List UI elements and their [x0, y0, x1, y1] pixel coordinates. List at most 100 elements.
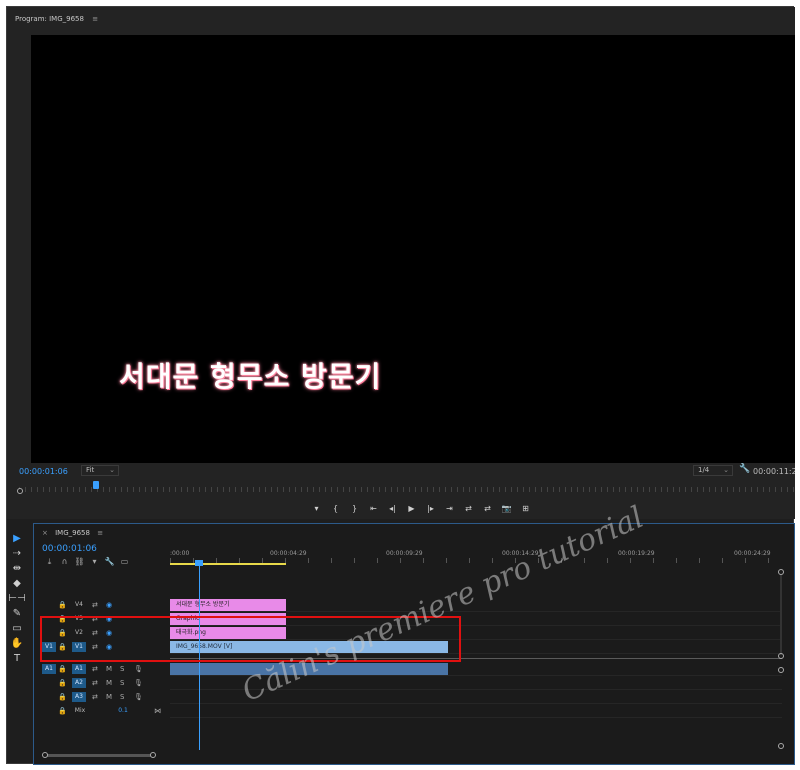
lock-icon[interactable]: 🔒	[58, 692, 67, 702]
wrench-icon[interactable]: 🔧	[739, 464, 750, 474]
program-monitor-tab[interactable]: Program: IMG_9658 ≡	[15, 15, 98, 23]
mark-in-icon[interactable]: {	[326, 503, 345, 515]
snap-icon[interactable]: ∩	[57, 557, 72, 567]
track-header-a1: A1 🔒 A1 ⇄ M S 🎙	[34, 662, 170, 676]
ruler-label: 00:00:19:29	[618, 550, 655, 557]
go-to-in-icon[interactable]: ⇤	[364, 503, 383, 515]
track-label-a2[interactable]: A2	[72, 678, 86, 688]
track-header-v4: 🔒 V4 ⇄ ◉	[34, 598, 170, 612]
resolution-value: 1/4	[698, 466, 710, 474]
slip-tool-icon[interactable]: ⊢⊣	[7, 591, 27, 606]
sync-lock-icon[interactable]: ⇄	[92, 692, 98, 702]
pen-tool-icon[interactable]: ✎	[7, 606, 27, 621]
program-monitor: Program: IMG_9658 ≡ 서대문 형무소 방문기 00:00:01…	[7, 7, 795, 519]
add-marker-icon[interactable]: ▾	[307, 503, 326, 515]
transport-controls: ▾ { } ⇤ ◂| ▶ |▸ ⇥ ⇄ ⇄ 📷 ⊞	[307, 503, 567, 515]
microphone-icon[interactable]: 🎙	[134, 664, 143, 674]
lift-icon[interactable]: ⇄	[459, 503, 478, 515]
track-label-a3[interactable]: A3	[72, 692, 86, 702]
scrubber-ticks	[19, 487, 795, 492]
razor-tool-icon[interactable]: ◆	[7, 576, 27, 591]
play-icon[interactable]: ▶	[402, 503, 421, 515]
step-back-icon[interactable]: ◂|	[383, 503, 402, 515]
track-label-a1[interactable]: A1	[72, 664, 86, 674]
track-label-v4: V4	[75, 601, 83, 608]
chevron-down-icon: ⌄	[109, 466, 115, 474]
add-marker-icon[interactable]: ▾	[87, 557, 102, 567]
zoom-fit-value: Fit	[86, 466, 95, 474]
mix-track-lane[interactable]	[170, 704, 782, 718]
monitor-scrubber[interactable]	[17, 485, 795, 494]
scroll-handle-top[interactable]	[778, 667, 784, 673]
solo-icon[interactable]: S	[120, 664, 124, 674]
scroll-track[interactable]	[780, 575, 782, 655]
go-to-out-icon[interactable]: ⇥	[440, 503, 459, 515]
panel-menu-icon[interactable]: ≡	[97, 529, 103, 537]
program-tab-title: Program: IMG_9658	[15, 15, 84, 23]
ripple-edit-tool-icon[interactable]: ⇹	[7, 561, 27, 576]
scroll-handle-left[interactable]	[42, 752, 48, 758]
lock-icon[interactable]: 🔒	[58, 706, 67, 716]
sync-lock-icon[interactable]: ⇄	[92, 664, 98, 674]
close-icon[interactable]: ×	[42, 529, 48, 537]
type-tool-icon[interactable]: T	[7, 651, 27, 666]
linked-selection-icon[interactable]: ⛓	[72, 557, 87, 567]
clip-title-v4[interactable]: 서대문 형무소 방문기	[170, 599, 286, 611]
scroll-handle-bottom[interactable]	[778, 653, 784, 659]
eye-icon[interactable]: ◉	[106, 600, 112, 610]
mute-icon[interactable]: M	[106, 678, 112, 688]
timeline-playhead[interactable]	[195, 560, 203, 566]
comparison-view-icon[interactable]: ⊞	[516, 503, 535, 515]
playback-resolution-select[interactable]: 1/4 ⌄	[693, 465, 733, 476]
mix-volume-value[interactable]: 0.1	[116, 706, 130, 716]
sync-lock-icon[interactable]: ⇄	[92, 600, 98, 610]
vertical-scrollbar[interactable]	[778, 569, 786, 749]
ruler-label: 00:00:24:29	[734, 550, 771, 557]
insert-sequence-icon[interactable]: ⤓	[42, 557, 57, 567]
microphone-icon[interactable]: 🎙	[134, 678, 143, 688]
microphone-icon[interactable]: 🎙	[134, 692, 143, 702]
rectangle-tool-icon[interactable]: ▭	[7, 621, 27, 636]
source-patch-a1[interactable]: A1	[42, 664, 56, 674]
playhead-timecode[interactable]: 00:00:01:06	[19, 467, 68, 476]
lock-icon[interactable]: 🔒	[58, 600, 67, 610]
track-header-a3: 🔒 A3 ⇄ M S 🎙	[34, 690, 170, 704]
mix-label: Mix	[74, 707, 86, 714]
track-select-tool-icon[interactable]: ⇢	[7, 546, 27, 561]
timeline-toolbar: ⤓ ∩ ⛓ ▾ 🔧 ▭	[42, 557, 132, 567]
extract-icon[interactable]: ⇄	[478, 503, 497, 515]
mute-icon[interactable]: M	[106, 664, 112, 674]
bowtie-icon[interactable]: ⋈	[154, 706, 161, 716]
scroll-handle-bottom[interactable]	[778, 743, 784, 749]
duration-timecode: 00:00:11:2	[753, 467, 795, 476]
solo-icon[interactable]: S	[120, 678, 124, 688]
camera-icon[interactable]: 📷	[497, 503, 516, 515]
lock-icon[interactable]: 🔒	[58, 678, 67, 688]
selection-tool-icon[interactable]: ▶	[7, 531, 27, 546]
scrubber-start-handle[interactable]	[17, 488, 23, 494]
mute-icon[interactable]: M	[106, 692, 112, 702]
title-overlay: 서대문 형무소 방문기	[119, 360, 382, 393]
zoom-fit-select[interactable]: Fit ⌄	[81, 465, 119, 476]
timeline-timecode[interactable]: 00:00:01:06	[42, 544, 97, 554]
step-forward-icon[interactable]: |▸	[421, 503, 440, 515]
work-area-bar[interactable]	[170, 563, 286, 565]
mix-track-header: 🔒 Mix 0.1 ⋈	[34, 704, 170, 718]
mark-out-icon[interactable]: }	[345, 503, 364, 515]
sequence-tab-title: IMG_9658	[55, 529, 90, 537]
wrench-icon[interactable]: 🔧	[102, 557, 117, 567]
video-preview: 서대문 형무소 방문기	[31, 35, 795, 463]
solo-icon[interactable]: S	[120, 692, 124, 702]
hand-tool-icon[interactable]: ✋	[7, 636, 27, 651]
monitor-playhead[interactable]	[93, 481, 99, 489]
sequence-tab[interactable]: × IMG_9658 ≡	[42, 529, 103, 537]
captions-icon[interactable]: ▭	[117, 557, 132, 567]
lock-icon[interactable]: 🔒	[58, 664, 67, 674]
scroll-track[interactable]	[46, 754, 154, 757]
horizontal-scrollbar[interactable]	[42, 752, 156, 760]
panel-menu-icon[interactable]: ≡	[92, 15, 98, 23]
ruler-label: 00:00:04:29	[270, 550, 307, 557]
sync-lock-icon[interactable]: ⇄	[92, 678, 98, 688]
premiere-window: Program: IMG_9658 ≡ 서대문 형무소 방문기 00:00:01…	[6, 6, 795, 765]
scroll-handle-right[interactable]	[150, 752, 156, 758]
